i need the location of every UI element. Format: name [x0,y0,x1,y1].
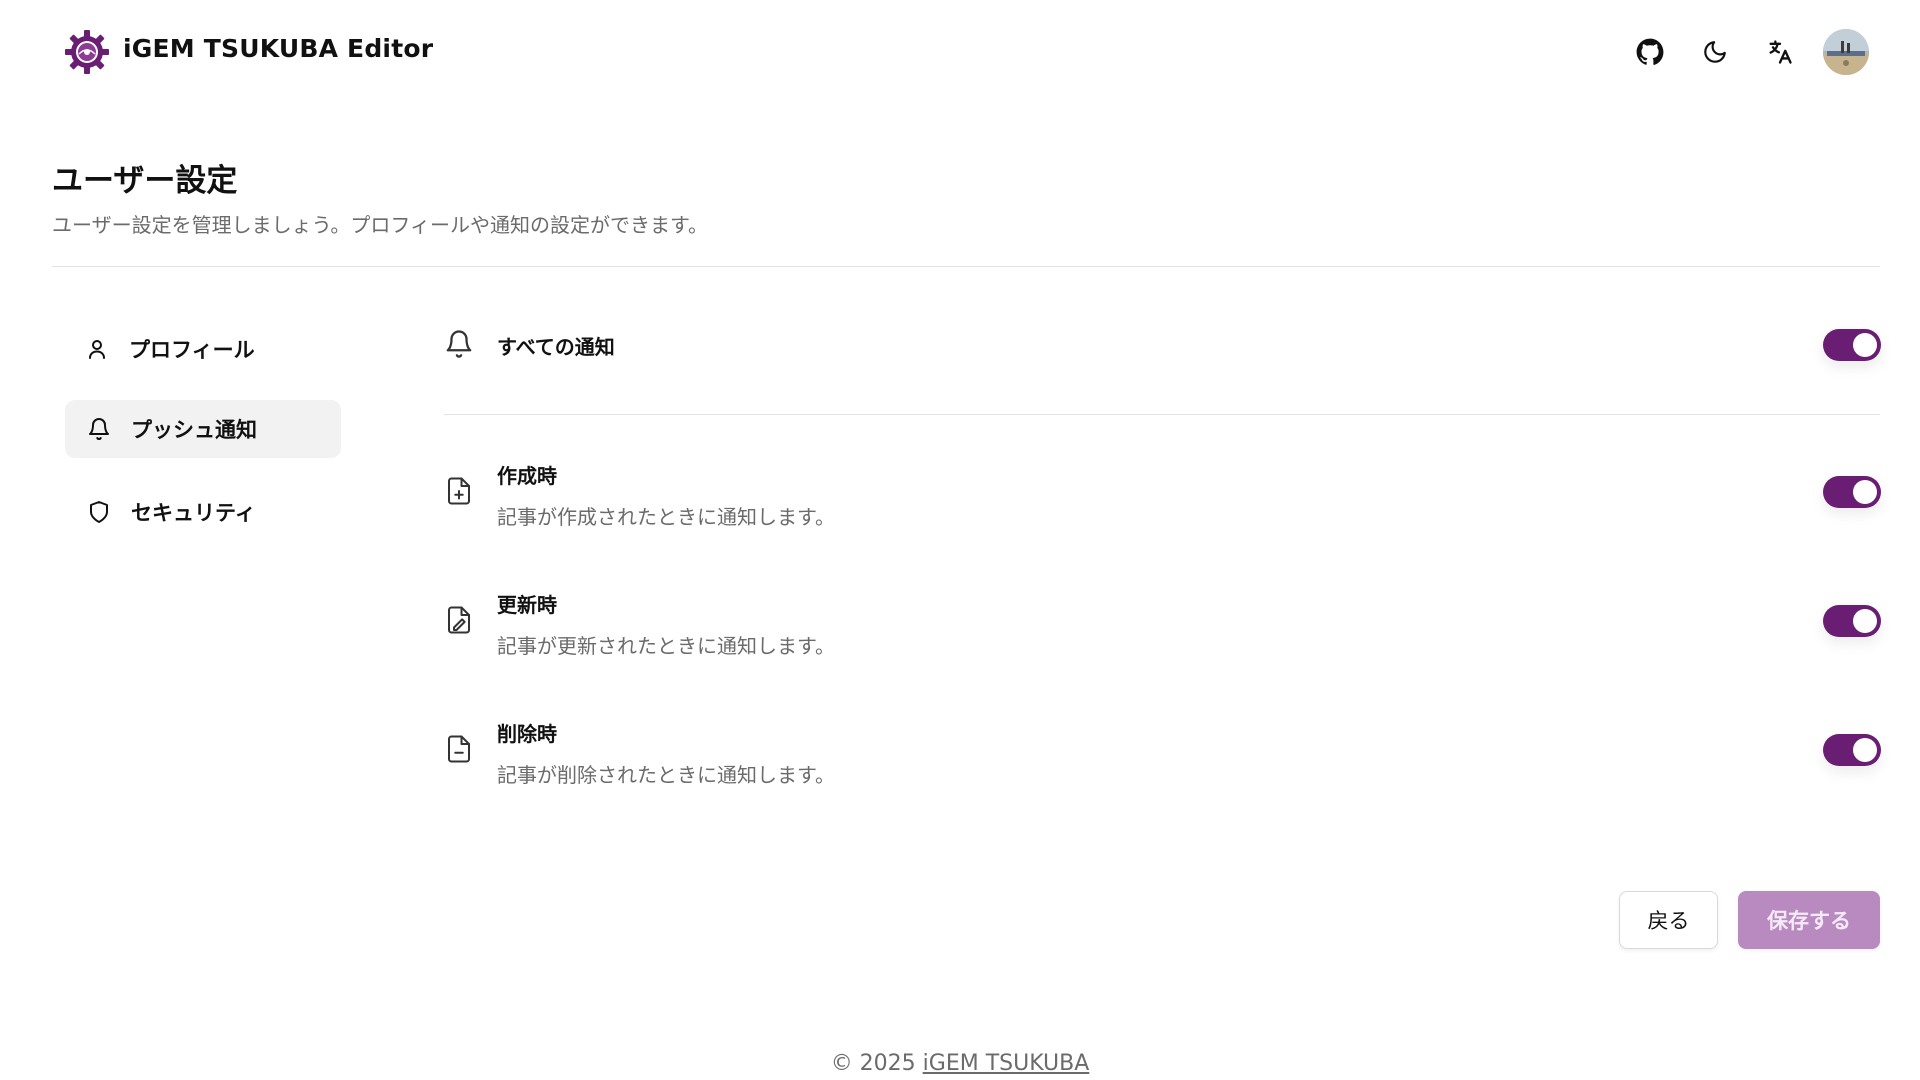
notifications-divider [444,414,1880,415]
file-edit-icon [444,605,474,635]
file-plus-icon [444,476,474,506]
notification-title: 作成時 [497,464,557,488]
notification-description: 記事が作成されたときに通知します。 [497,505,835,529]
all-notifications-label: すべての通知 [497,335,615,359]
sidebar-item-label: プロフィール [129,338,255,362]
user-icon [83,335,111,363]
save-button[interactable]: 保存する [1738,891,1880,949]
app-header: iGEM TSUKUBA Editor [0,0,1920,102]
delete-notification-toggle[interactable] [1823,734,1881,766]
avatar[interactable] [1823,29,1869,75]
sidebar-item-security[interactable]: セキュリティ [65,483,341,541]
footer-link[interactable]: iGEM TSUKUBA [923,1051,1090,1076]
bell-icon [85,415,113,443]
back-button[interactable]: 戻る [1619,891,1718,949]
copyright-text: © 2025 [830,1051,916,1076]
update-notification-toggle[interactable] [1823,605,1881,637]
sidebar-item-profile[interactable]: プロフィール [65,320,341,378]
bell-icon [444,329,474,359]
notification-title: 削除時 [497,722,557,746]
toggle-knob [1853,738,1877,762]
sidebar-item-label: セキュリティ [131,501,256,525]
shield-icon [85,498,113,526]
footer: © 2025 iGEM TSUKUBA [0,1051,1920,1076]
translate-icon[interactable] [1758,30,1802,74]
notification-title: 更新時 [497,593,557,617]
github-icon[interactable] [1628,30,1672,74]
sidebar-item-label: プッシュ通知 [131,418,257,442]
gear-logo-icon[interactable] [64,29,110,75]
notification-description: 記事が更新されたときに通知します。 [497,634,835,658]
toggle-knob [1853,333,1877,357]
page-description: ユーザー設定を管理しましょう。プロフィールや通知の設定ができます。 [52,213,708,237]
sidebar-item-push-notifications[interactable]: プッシュ通知 [65,400,341,458]
header-divider [52,266,1880,267]
moon-icon[interactable] [1693,30,1737,74]
all-notifications-toggle[interactable] [1823,329,1881,361]
app-title[interactable]: iGEM TSUKUBA Editor [123,34,433,63]
notification-description: 記事が削除されたときに通知します。 [497,763,835,787]
file-minus-icon [444,734,474,764]
toggle-knob [1853,480,1877,504]
toggle-knob [1853,609,1877,633]
create-notification-toggle[interactable] [1823,476,1881,508]
page-title: ユーザー設定 [52,163,238,199]
